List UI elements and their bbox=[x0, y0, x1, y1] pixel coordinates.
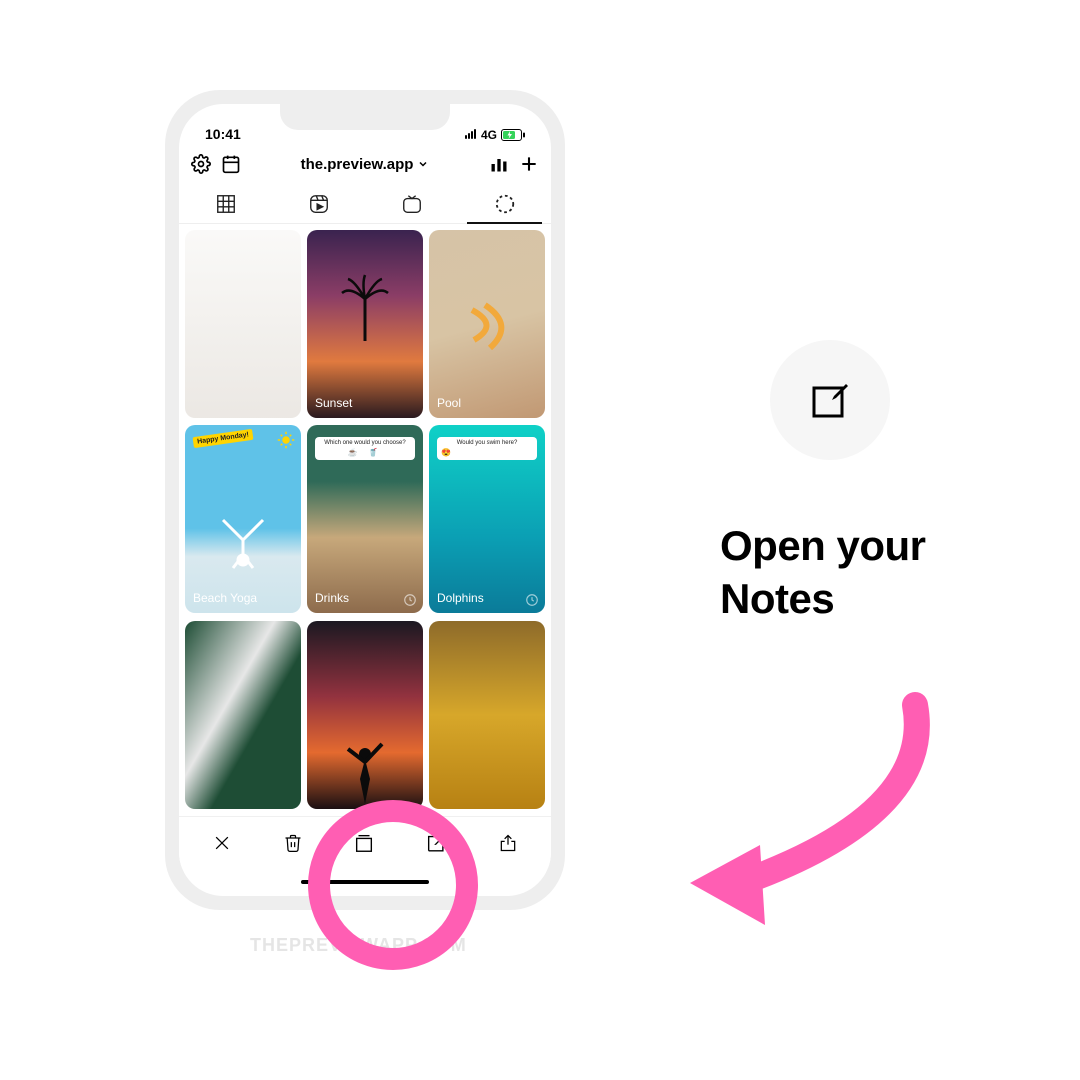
account-name: the.preview.app bbox=[301, 156, 414, 173]
notes-icon bbox=[806, 376, 854, 424]
signal-icon bbox=[465, 128, 477, 142]
story-card[interactable]: Pool bbox=[429, 230, 545, 418]
sun-icon bbox=[277, 431, 295, 449]
account-switcher[interactable]: the.preview.app bbox=[251, 156, 479, 173]
poll-question: Which one would you choose? bbox=[319, 440, 411, 446]
story-card[interactable]: Sunset bbox=[307, 230, 423, 418]
calendar-icon[interactable] bbox=[221, 154, 241, 174]
clock-icon bbox=[403, 593, 417, 607]
reels-icon bbox=[308, 193, 330, 215]
network-label: 4G bbox=[481, 128, 497, 142]
highlight-circle bbox=[308, 800, 478, 970]
story-card[interactable]: Which one would you choose? ☕ 🥤 Drinks bbox=[307, 425, 423, 613]
plus-icon[interactable] bbox=[519, 154, 539, 174]
story-card[interactable] bbox=[307, 621, 423, 809]
status-time: 10:41 bbox=[205, 126, 241, 142]
content-tabs bbox=[179, 184, 551, 224]
story-card[interactable] bbox=[185, 230, 301, 418]
instruction-line1: Open your bbox=[720, 520, 926, 573]
phone-screen: 10:41 4G the.preview.app bbox=[179, 104, 551, 896]
pink-arrow bbox=[665, 685, 965, 945]
card-label: Beach Yoga bbox=[193, 591, 257, 605]
share-icon[interactable] bbox=[498, 832, 518, 854]
poll-overlay: Which one would you choose? ☕ 🥤 bbox=[315, 437, 415, 460]
tab-posts[interactable] bbox=[179, 184, 272, 223]
palm-tree-icon bbox=[340, 271, 390, 341]
trash-icon[interactable] bbox=[283, 832, 303, 854]
chevron-down-icon bbox=[417, 158, 429, 170]
story-card[interactable] bbox=[185, 621, 301, 809]
story-card[interactable] bbox=[429, 621, 545, 809]
clock-icon bbox=[525, 593, 539, 607]
phone-frame: 10:41 4G the.preview.app bbox=[165, 90, 565, 910]
story-ring-icon bbox=[494, 193, 516, 215]
app-header: the.preview.app bbox=[179, 144, 551, 184]
igtv-icon bbox=[401, 193, 423, 215]
status-right: 4G bbox=[465, 128, 525, 142]
instruction-line2: Notes bbox=[720, 573, 926, 626]
tab-reels[interactable] bbox=[272, 184, 365, 223]
swirl-decoration bbox=[470, 300, 540, 350]
story-grid[interactable]: Sunset Pool Happy Monday! Beach Yoga Whi… bbox=[179, 224, 551, 816]
tab-igtv[interactable] bbox=[365, 184, 458, 223]
card-label: Dolphins bbox=[437, 591, 484, 605]
tab-stories[interactable] bbox=[458, 184, 551, 223]
card-label: Pool bbox=[437, 396, 461, 410]
battery-icon bbox=[501, 129, 525, 141]
poll-overlay: Would you swim here? 😍 bbox=[437, 437, 537, 460]
close-icon[interactable] bbox=[212, 833, 232, 853]
card-label: Drinks bbox=[315, 591, 349, 605]
silhouette-figure bbox=[340, 734, 390, 804]
happy-badge: Happy Monday! bbox=[193, 429, 254, 448]
instruction-text: Open your Notes bbox=[720, 520, 926, 625]
story-card[interactable]: Happy Monday! Beach Yoga bbox=[185, 425, 301, 613]
notes-icon-circle bbox=[770, 340, 890, 460]
instruction-panel: Open your Notes bbox=[720, 340, 926, 625]
analytics-icon[interactable] bbox=[489, 154, 509, 174]
grid-icon bbox=[215, 193, 237, 215]
card-label: Sunset bbox=[315, 396, 352, 410]
poll-question: Would you swim here? bbox=[441, 440, 533, 446]
settings-icon[interactable] bbox=[191, 154, 211, 174]
phone-notch bbox=[280, 104, 450, 130]
story-card[interactable]: Would you swim here? 😍 Dolphins bbox=[429, 425, 545, 613]
handstand-figure bbox=[213, 510, 273, 570]
